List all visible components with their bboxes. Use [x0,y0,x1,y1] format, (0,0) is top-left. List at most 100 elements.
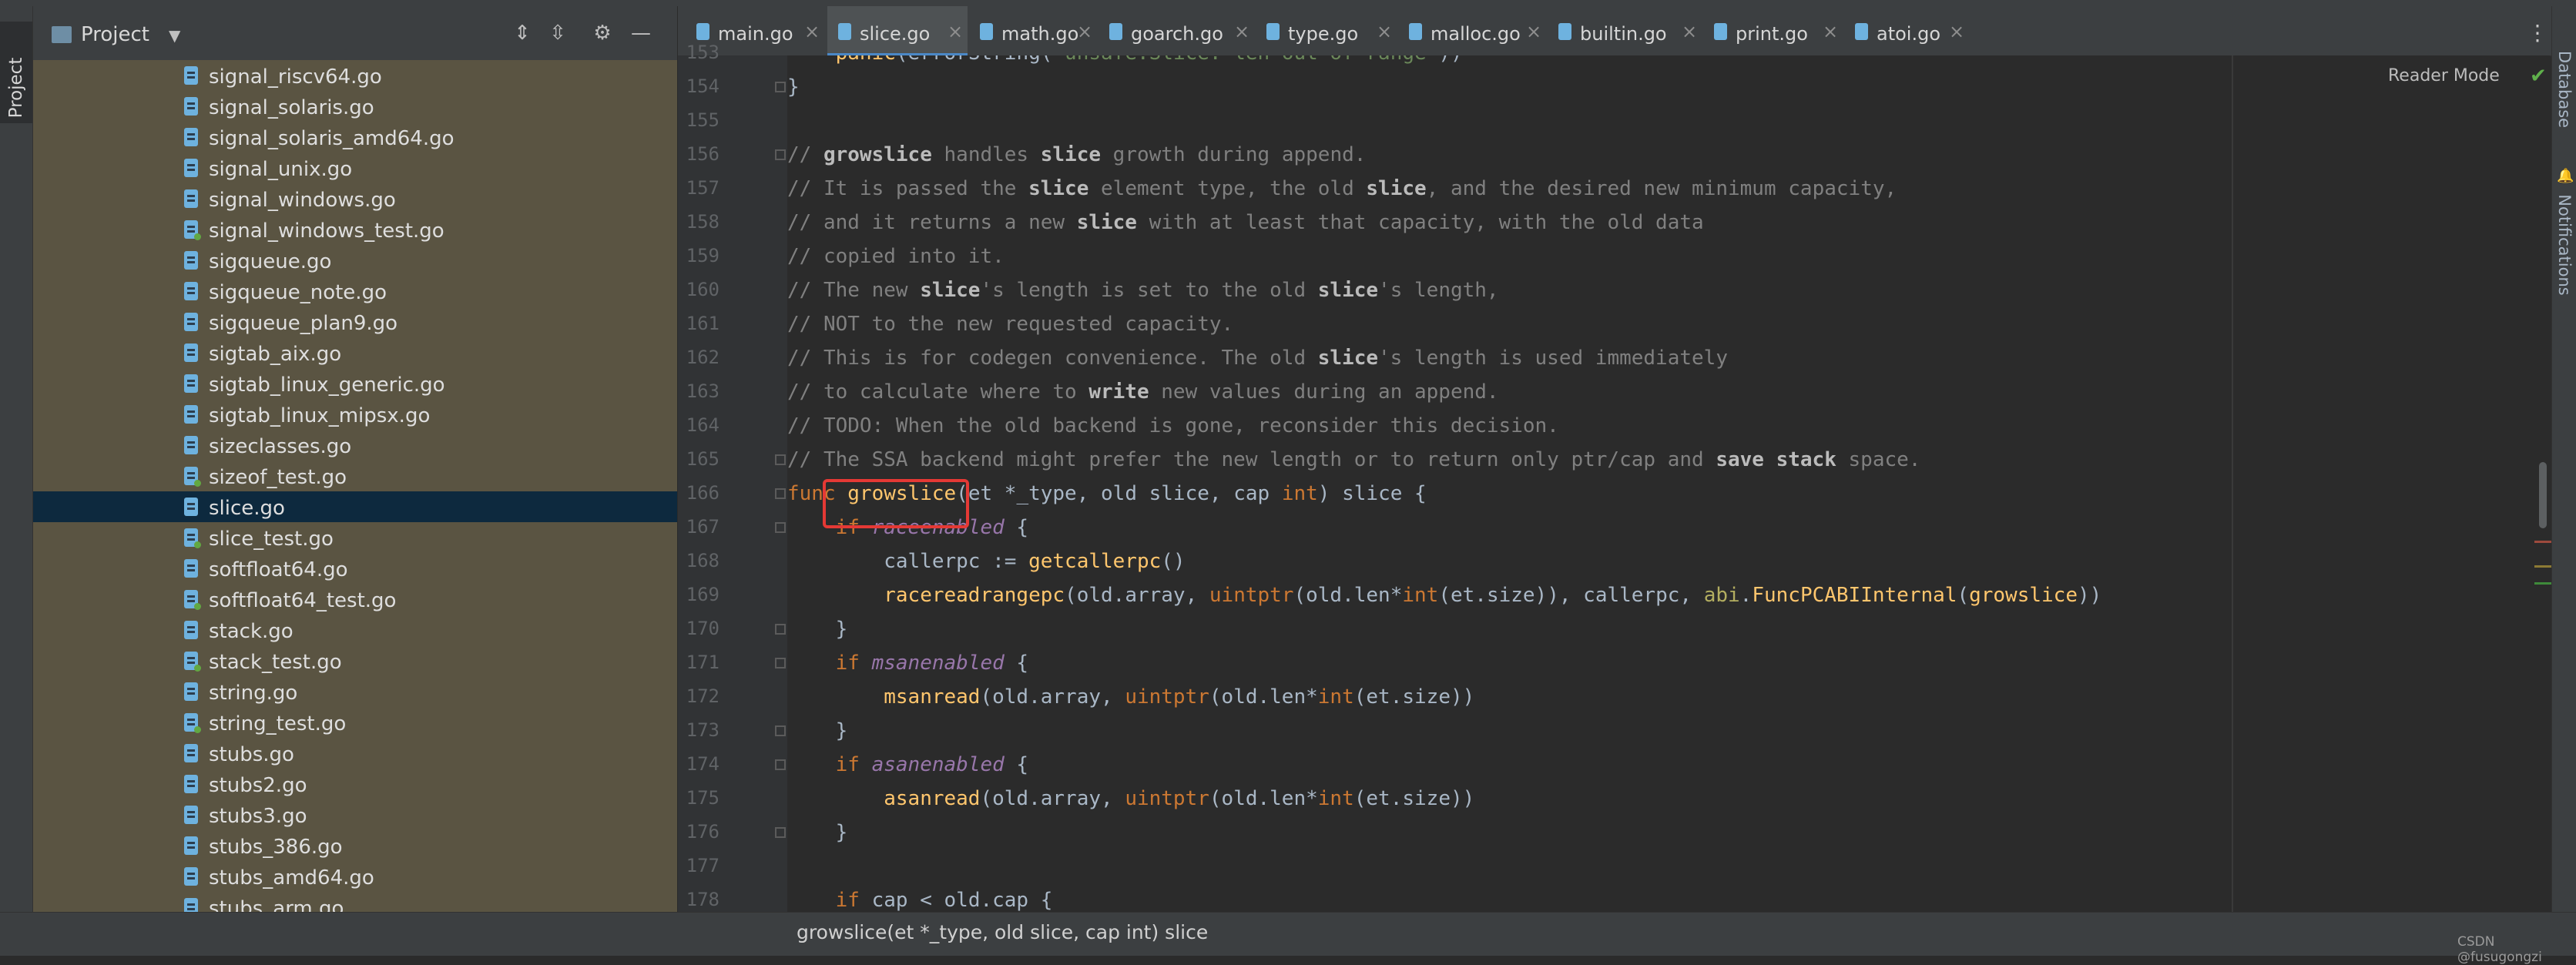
code-token: growslice [1969,584,2078,607]
code-token: getcallerpc [1028,550,1162,573]
file-tree-item[interactable]: stubs_386.go [33,830,677,861]
editor-tab[interactable]: malloc.go × [1398,6,1546,55]
file-tree-item[interactable]: signal_solaris_amd64.go [33,122,677,152]
file-tree-item[interactable]: slice.go [33,491,677,522]
code-token: 's length is used immediately [1378,347,1728,370]
status-bar: growslice(et *_type, old slice, cap int)… [0,912,2576,965]
go-file-icon [184,498,198,516]
file-tree-item[interactable]: signal_windows_test.go [33,214,677,245]
close-icon[interactable]: × [1526,21,1541,42]
code-line: // to calculate where to write new value… [787,380,1499,404]
notifications-tool-tab[interactable]: Notifications [2555,194,2574,295]
go-file-icon [696,23,709,40]
fold-marker-icon[interactable] [775,725,786,736]
close-icon[interactable]: × [1682,21,1697,42]
fold-marker-icon[interactable] [775,759,786,770]
editor-tab[interactable]: builtin.go × [1548,6,1702,55]
file-tree-item[interactable]: string.go [33,676,677,707]
bell-icon[interactable]: 🔔 [2557,168,2574,184]
file-tree-item[interactable]: signal_windows.go [33,183,677,214]
fold-marker-icon[interactable] [775,149,786,160]
line-number: 161 [686,313,719,334]
file-tree-item[interactable]: string_test.go [33,707,677,738]
collapse-all-icon[interactable]: ⇳ [545,22,571,45]
code-token: slice [1076,211,1137,234]
code-line: } [787,821,848,844]
file-tree-item[interactable]: signal_solaris.go [33,91,677,122]
close-icon[interactable]: × [1077,21,1092,42]
file-tree-item[interactable]: sigtab_linux_mipsx.go [33,399,677,430]
code-token: (errorString( [896,55,1053,65]
editor-tab[interactable]: math.go × [969,6,1097,55]
close-icon[interactable]: × [1234,21,1249,42]
close-icon[interactable]: × [948,21,963,42]
reader-mode-button[interactable]: Reader Mode [2388,66,2500,85]
fold-marker-icon[interactable] [775,82,786,92]
line-number: 168 [686,550,719,571]
file-tree-item[interactable]: signal_riscv64.go [33,60,677,91]
fold-marker-icon[interactable] [775,658,786,668]
file-tree-item[interactable]: stack.go [33,615,677,645]
editor-tab[interactable]: print.go × [1703,6,1843,55]
code-token: (old.len* [1293,584,1403,607]
project-panel: Project ▼ ⇕ ⇳ ⚙ — signal_riscv64.go signa… [33,6,677,933]
warning-stripe-mark[interactable] [2534,565,2551,568]
code-editor[interactable]: panic(errorString("unsafe.Slice: len out… [787,55,2550,912]
fold-marker-icon[interactable] [775,827,786,838]
fold-marker-icon[interactable] [775,624,786,635]
file-tree-item[interactable]: stubs_amd64.go [33,861,677,892]
code-token: 's length is set to the old [980,279,1318,302]
file-name: signal_unix.go [209,158,353,181]
project-tool-tab[interactable]: Project [0,22,32,123]
fold-marker-icon[interactable] [775,522,786,533]
breadcrumb[interactable]: growslice(et *_type, old slice, cap int)… [797,921,1208,943]
file-tree-item[interactable]: stubs.go [33,738,677,769]
file-tree-item[interactable]: sigtab_linux_generic.go [33,368,677,399]
change-stripe-mark[interactable] [2534,582,2551,585]
file-tree-item[interactable]: stubs2.go [33,769,677,799]
file-tree-item[interactable]: sigtab_aix.go [33,337,677,368]
code-token: new values during an append. [1149,380,1499,404]
editor-tab[interactable]: goarch.go × [1098,6,1254,55]
code-token: asanenabled [871,753,1005,776]
close-icon[interactable]: × [1949,21,1964,42]
code-token: growth during append. [1101,143,1367,166]
editor-tab[interactable]: type.go × [1256,6,1397,55]
file-tree-item[interactable]: softfloat64_test.go [33,584,677,615]
file-tree-item[interactable]: softfloat64.go [33,553,677,584]
gear-icon[interactable]: ⚙ [589,22,615,45]
code-token: { [1004,753,1029,776]
file-tree-item[interactable]: slice_test.go [33,522,677,553]
close-icon[interactable]: × [804,21,820,42]
expand-all-icon[interactable]: ⇕ [509,22,535,45]
error-stripe-mark[interactable] [2534,541,2551,543]
code-token: FuncPCABIInternal [1752,584,1957,607]
editor-tab[interactable]: slice.go × [827,6,968,55]
fold-marker-icon[interactable] [775,454,786,465]
database-tool-tab[interactable]: Database [2555,51,2574,128]
file-tree-item[interactable]: sizeclasses.go [33,430,677,461]
file-tree-item[interactable]: sigqueue.go [33,245,677,276]
editor-tab-label: builtin.go [1580,23,1667,45]
file-tree-item[interactable]: sizeof_test.go [33,461,677,491]
more-tabs-icon[interactable]: ⋮ [2527,20,2548,45]
chevron-down-icon[interactable]: ▼ [169,26,180,45]
editor-scrollbar-thumb[interactable] [2539,462,2547,528]
file-name: sigqueue.go [209,250,332,273]
editor-tab[interactable]: atoi.go × [1844,6,1969,55]
file-tree-item[interactable]: stack_test.go [33,645,677,676]
file-tree-item[interactable]: stubs3.go [33,799,677,830]
code-line: // growslice handles slice growth during… [787,143,1366,166]
close-icon[interactable]: × [1823,21,1838,42]
fold-marker-icon[interactable] [775,488,786,499]
inspection-ok-icon[interactable]: ✔ [2530,65,2547,88]
close-icon[interactable]: × [1377,21,1392,42]
project-view-icon [52,26,72,43]
file-tree-item[interactable]: signal_unix.go [33,152,677,183]
hide-panel-icon[interactable]: — [628,22,654,45]
file-tree-item[interactable]: sigqueue_plan9.go [33,307,677,337]
file-tree-item[interactable]: sigqueue_note.go [33,276,677,307]
code-line: // NOT to the new requested capacity. [787,313,1233,336]
project-panel-title[interactable]: Project [81,23,149,46]
